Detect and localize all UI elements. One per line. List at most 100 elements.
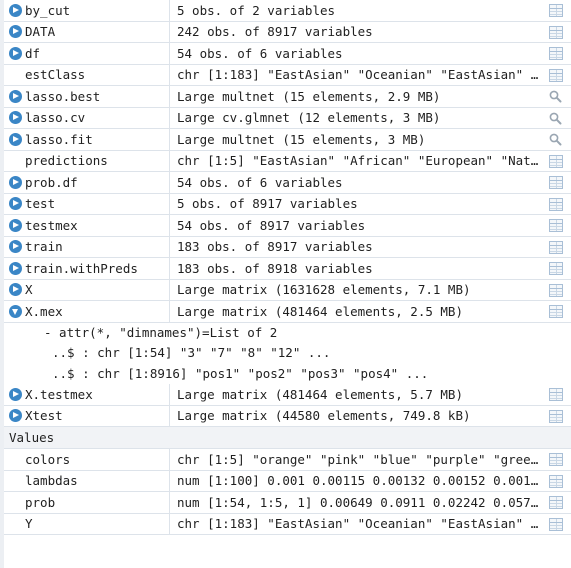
data-row-lasso-best[interactable]: lasso.best Large multnet (15 elements, 2.… — [4, 86, 571, 108]
expand-arrow-icon[interactable] — [9, 283, 22, 297]
grid-view-icon[interactable] — [549, 283, 563, 297]
variable-name: Xtest — [25, 408, 63, 424]
grid-view-icon[interactable] — [549, 305, 563, 318]
environment-pane: by_cut 5 obs. of 2 variables DATA 242 obs. … — [0, 0, 571, 568]
variable-name-cell: Xtest — [4, 405, 170, 426]
variable-name-cell: testmex — [4, 215, 170, 236]
grid-view-icon[interactable] — [549, 219, 563, 232]
variable-name: lasso.fit — [25, 131, 93, 147]
expand-arrow-icon[interactable] — [9, 175, 22, 189]
expand-arrow-icon[interactable] — [9, 261, 22, 275]
grid-view-icon[interactable] — [549, 517, 563, 531]
data-row-train[interactable]: train 183 obs. of 8917 variables — [4, 236, 571, 258]
variable-name-cell: X — [4, 279, 170, 300]
data-row-df[interactable]: df 54 obs. of 6 variables — [4, 43, 571, 65]
detail-line: - attr(*, "dimnames")=List of 2 — [4, 323, 571, 343]
grid-view-icon[interactable] — [549, 496, 563, 509]
data-row-by-cut[interactable]: by_cut 5 obs. of 2 variables — [4, 0, 571, 22]
variable-name: lambdas — [25, 473, 78, 489]
variable-value: chr [1:5] "EastAsian" "African" "Europea… — [177, 153, 561, 169]
data-row-prob-df[interactable]: prob.df 54 obs. of 6 variables — [4, 172, 571, 194]
data-row-test[interactable]: test 5 obs. of 8917 variables — [4, 193, 571, 215]
data-row-lasso-fit[interactable]: lasso.fit Large multnet (15 elements, 3 M… — [4, 129, 571, 151]
grid-view-icon[interactable] — [549, 197, 563, 211]
collapse-arrow-icon[interactable] — [9, 304, 22, 318]
grid-view-icon[interactable] — [549, 409, 563, 423]
grid-view-icon[interactable] — [549, 262, 563, 275]
variable-value: 5 obs. of 8917 variables — [177, 196, 358, 212]
expand-arrow-icon[interactable] — [9, 46, 22, 60]
data-row-x[interactable]: X Large matrix (1631628 elements, 7.1 MB) — [4, 279, 571, 301]
expand-arrow-icon[interactable] — [9, 25, 22, 39]
grid-view-icon[interactable] — [549, 176, 563, 189]
variable-name-cell: lambdas — [4, 470, 170, 491]
variable-name: df — [25, 45, 41, 61]
data-row-x-mex[interactable]: X.mex Large matrix (481464 elements, 2.5 … — [4, 301, 571, 323]
variable-name-cell: df — [4, 43, 170, 64]
search-icon[interactable] — [549, 90, 563, 103]
expand-arrow-icon[interactable] — [9, 111, 22, 125]
section-label: Values — [9, 430, 55, 445]
value-row-lambdas[interactable]: lambdas num [1:100] 0.001 0.00115 0.00132… — [4, 470, 571, 492]
variable-name: by_cut — [25, 2, 71, 18]
variable-name-cell: predictions — [4, 150, 170, 171]
grid-view-icon[interactable] — [549, 388, 563, 401]
variable-value: Large matrix (481464 elements, 5.7 MB) — [177, 386, 463, 402]
variable-name-cell: train.withPreds — [4, 258, 170, 279]
variable-value: 183 obs. of 8917 variables — [177, 239, 373, 255]
expand-arrow-icon[interactable] — [9, 3, 22, 17]
value-row-colors[interactable]: colors chr [1:5] "orange" "pink" "blue" "… — [4, 449, 571, 471]
expand-arrow-icon[interactable] — [9, 132, 22, 146]
variable-name-cell: train — [4, 236, 170, 257]
variable-value: Large multnet (15 elements, 2.9 MB) — [177, 88, 441, 104]
data-row-predictions[interactable]: predictions chr [1:5] "EastAsian" "Africa… — [4, 150, 571, 172]
value-row-prob[interactable]: prob num [1:54, 1:5, 1] 0.00649 0.0911 0.… — [4, 492, 571, 514]
grid-view-icon[interactable] — [549, 25, 563, 39]
data-row-lasso-cv[interactable]: lasso.cv Large cv.glmnet (12 elements, 3 … — [4, 107, 571, 129]
grid-view-icon[interactable] — [549, 68, 563, 82]
variable-name: test — [25, 196, 56, 212]
search-icon[interactable] — [549, 133, 563, 146]
variable-name: DATA — [25, 24, 56, 40]
value-row-y[interactable]: Ychr [1:183] "EastAsian" "Oceanian" "Eas… — [4, 513, 571, 535]
variable-value: 54 obs. of 6 variables — [177, 174, 343, 190]
variable-name-cell: test — [4, 193, 170, 214]
data-list-after: X.testmex Large matrix (481464 elements, … — [4, 384, 571, 427]
grid-view-icon[interactable] — [549, 154, 563, 168]
data-row-x-testmex[interactable]: X.testmex Large matrix (481464 elements, … — [4, 384, 571, 406]
data-row-testmex[interactable]: testmex 54 obs. of 8917 variables — [4, 215, 571, 237]
data-row-data[interactable]: DATA 242 obs. of 8917 variables — [4, 21, 571, 43]
data-row-train-withpreds[interactable]: train.withPreds 183 obs. of 8918 variable… — [4, 258, 571, 280]
data-row-xtest[interactable]: Xtest Large matrix (44580 elements, 749.8… — [4, 405, 571, 427]
variable-value: 242 obs. of 8917 variables — [177, 24, 373, 40]
expand-arrow-icon[interactable] — [9, 197, 22, 211]
expand-arrow-icon[interactable] — [9, 240, 22, 254]
expand-arrow-icon[interactable] — [9, 409, 22, 423]
expand-arrow-icon[interactable] — [9, 89, 22, 103]
variable-name-cell: lasso.cv — [4, 107, 170, 128]
variable-value: 183 obs. of 8918 variables — [177, 260, 373, 276]
grid-view-icon[interactable] — [549, 4, 563, 17]
grid-view-icon[interactable] — [549, 453, 563, 466]
variable-value: num [1:54, 1:5, 1] 0.00649 0.0911 0.0224… — [177, 494, 569, 510]
variable-name-cell: DATA — [4, 21, 170, 42]
expand-arrow-icon[interactable] — [9, 387, 22, 401]
grid-view-icon[interactable] — [549, 240, 563, 254]
variable-value: num [1:100] 0.001 0.00115 0.00132 0.0015… — [177, 473, 571, 489]
detail-line: ..$ : chr [1:8916] "pos1" "pos2" "pos3" … — [4, 364, 571, 384]
variable-value: chr [1:183] "EastAsian" "Oceanian" "East… — [177, 516, 571, 532]
variable-value: chr [1:183] "EastAsian" "Oceanian" "East… — [177, 67, 571, 83]
variable-name: estClass — [25, 67, 86, 83]
search-icon[interactable] — [549, 112, 563, 125]
variable-name: testmex — [25, 217, 78, 233]
data-list: by_cut 5 obs. of 2 variables DATA 242 obs. … — [4, 0, 571, 323]
variable-name: prob — [25, 494, 56, 510]
grid-view-icon[interactable] — [549, 474, 563, 488]
grid-view-icon[interactable] — [549, 47, 563, 60]
expand-arrow-icon[interactable] — [9, 218, 22, 232]
variable-value: Large multnet (15 elements, 3 MB) — [177, 131, 426, 147]
variable-name: Y — [25, 516, 33, 532]
detail-line: ..$ : chr [1:54] "3" "7" "8" "12" ... — [4, 343, 571, 364]
variable-name-cell: lasso.best — [4, 86, 170, 107]
data-row-estclass[interactable]: estClass chr [1:183] "EastAsian" "Oceania… — [4, 64, 571, 86]
